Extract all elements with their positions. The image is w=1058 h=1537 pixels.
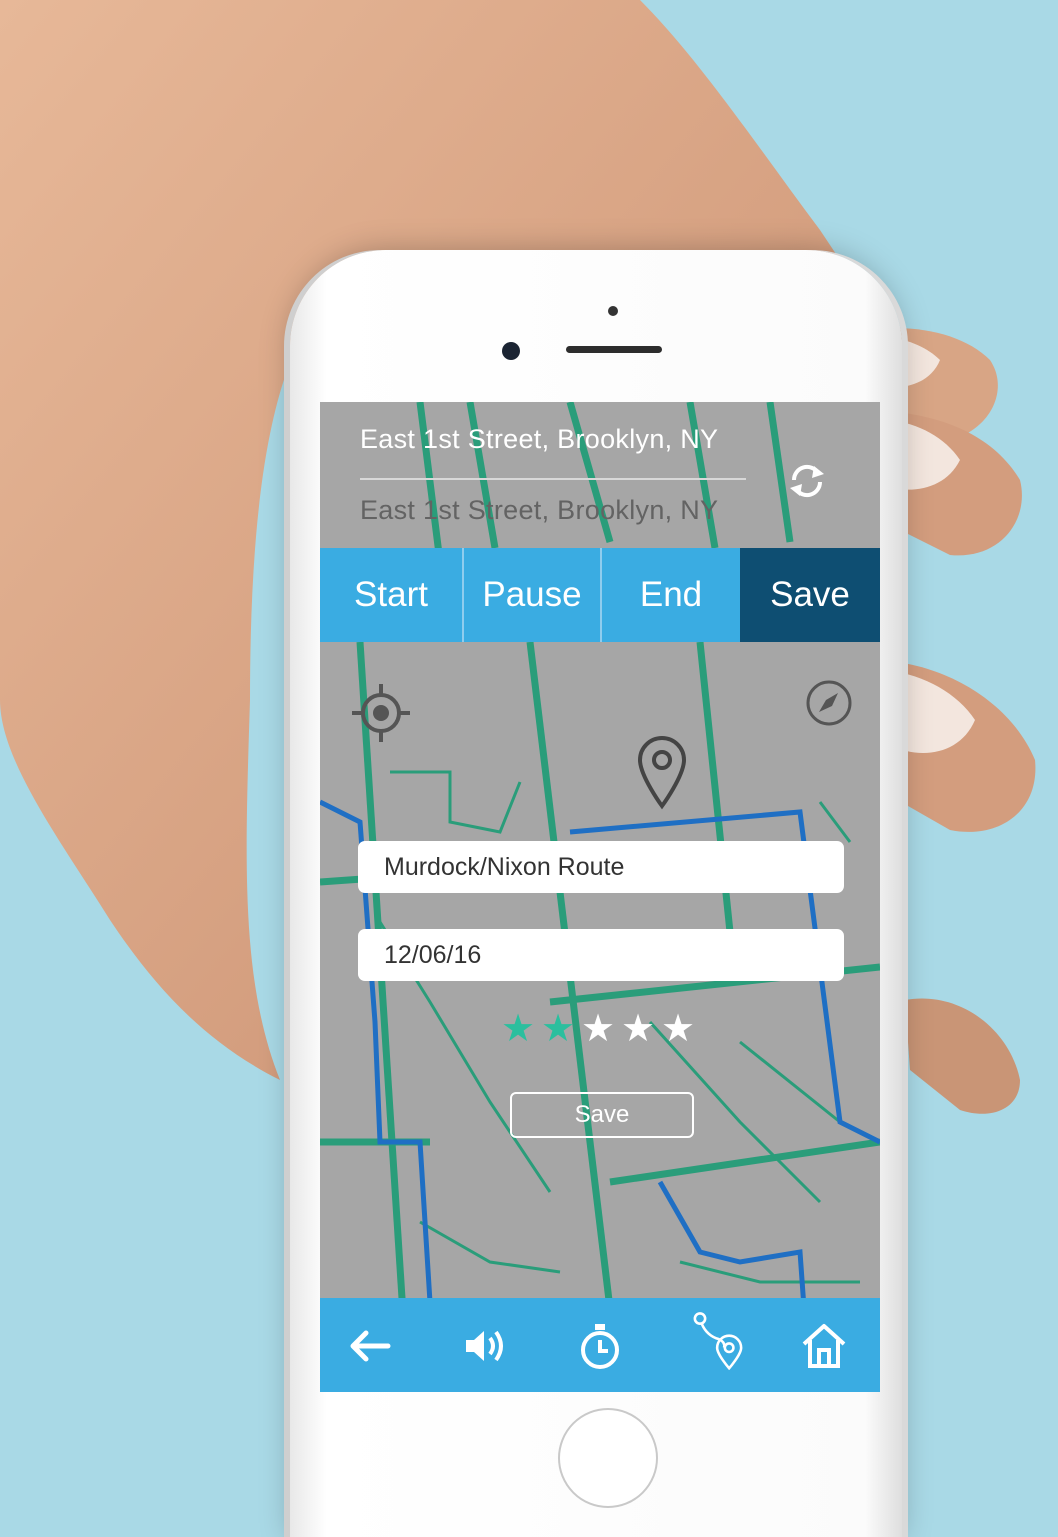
home-icon[interactable] (794, 1316, 854, 1376)
rating-star-icon[interactable]: ★ (540, 1006, 576, 1052)
rating-star-icon[interactable]: ★ (620, 1006, 656, 1052)
tab-end[interactable]: End (600, 548, 740, 642)
to-address[interactable]: East 1st Street, Brooklyn, NY (360, 495, 718, 526)
speaker-volume-icon[interactable] (454, 1316, 514, 1376)
rating-star-icon[interactable]: ★ (500, 1006, 536, 1052)
proximity-sensor (608, 306, 618, 316)
tab-start[interactable]: Start (320, 548, 462, 642)
address-divider (360, 478, 746, 480)
finger-4 (905, 998, 1020, 1114)
refresh-swap-icon[interactable] (784, 458, 830, 504)
save-route-button[interactable]: Save (510, 1092, 694, 1138)
back-arrow-icon[interactable] (340, 1316, 400, 1376)
date-input[interactable]: 12/06/16 (358, 929, 844, 981)
rating-stars[interactable]: ★ ★ ★ ★ ★ (500, 1006, 696, 1052)
stopwatch-icon[interactable] (570, 1316, 630, 1376)
rating-star-icon[interactable]: ★ (660, 1006, 696, 1052)
earpiece-speaker (566, 346, 662, 353)
compass-icon[interactable] (804, 678, 854, 728)
scene: East 1st Street, Brooklyn, NY East 1st S… (0, 0, 1058, 1537)
address-panel: East 1st Street, Brooklyn, NY East 1st S… (320, 402, 880, 548)
front-camera (502, 342, 520, 360)
tab-pause[interactable]: Pause (462, 548, 600, 642)
from-address[interactable]: East 1st Street, Brooklyn, NY (360, 424, 718, 455)
rating-star-icon[interactable]: ★ (580, 1006, 616, 1052)
route-pin-icon[interactable] (688, 1310, 754, 1380)
tab-save[interactable]: Save (740, 548, 880, 642)
route-name-input[interactable]: Murdock/Nixon Route (358, 841, 844, 893)
app-screen: East 1st Street, Brooklyn, NY East 1st S… (320, 402, 880, 1392)
crosshair-target-icon[interactable] (346, 678, 416, 748)
bottom-nav (320, 1298, 880, 1392)
location-pin-icon[interactable] (636, 734, 688, 810)
phone-home-button[interactable] (558, 1408, 658, 1508)
tracking-tabbar: Start Pause End Save (320, 548, 880, 642)
